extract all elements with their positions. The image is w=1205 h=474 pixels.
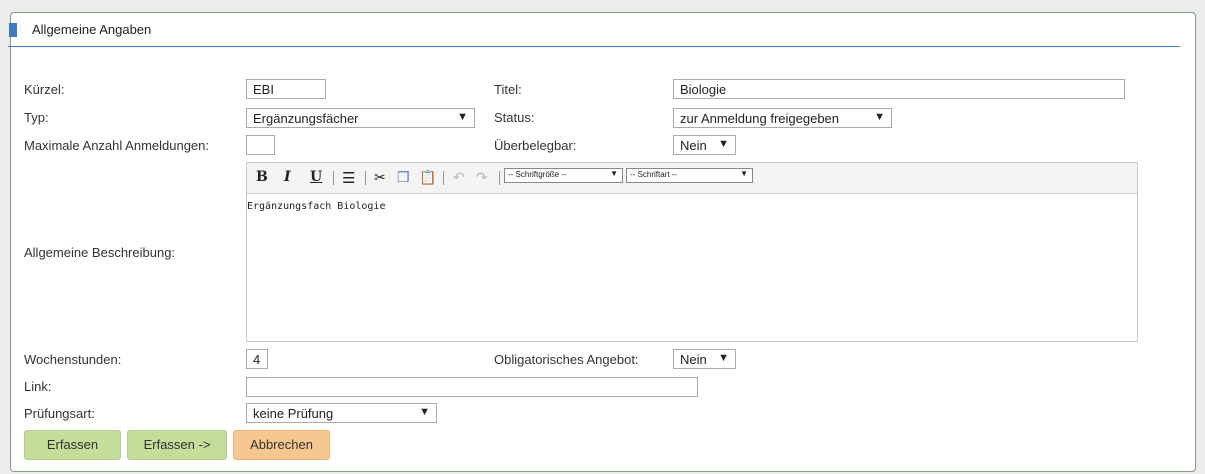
chevron-down-icon: ▼: [718, 352, 729, 364]
description-editor[interactable]: B I U ☰ ✂ ❐ 📋 ↶ ↷ -- Schriftgröße -- ▼ -…: [246, 162, 1138, 342]
editor-content[interactable]: Ergänzungsfach Biologie: [247, 195, 385, 212]
wochenstunden-label: Wochenstunden:: [24, 352, 122, 367]
erfassen-next-button[interactable]: Erfassen ->: [127, 430, 227, 460]
chevron-down-icon: ▼: [740, 169, 748, 178]
typ-label: Typ:: [24, 110, 49, 125]
font-size-select-value: -- Schriftgröße --: [508, 170, 567, 179]
bold-button[interactable]: B: [256, 169, 268, 185]
max-anmeldungen-input[interactable]: [246, 135, 275, 155]
pruefungsart-select[interactable]: keine Prüfung ▼: [246, 403, 437, 423]
italic-button[interactable]: I: [284, 169, 291, 185]
kuerzel-input[interactable]: EBI: [246, 79, 326, 99]
section-header: Allgemeine Angaben: [8, 10, 1180, 47]
font-size-select[interactable]: -- Schriftgröße -- ▼: [504, 168, 623, 183]
titel-input[interactable]: Biologie: [673, 79, 1125, 99]
obligatorisch-label: Obligatorisches Angebot:: [494, 352, 639, 367]
redo-icon[interactable]: ↷: [476, 169, 488, 186]
toolbar-separator: [443, 171, 444, 185]
pruefungsart-select-value: keine Prüfung: [253, 406, 334, 421]
undo-icon[interactable]: ↶: [453, 169, 465, 186]
titel-label: Titel:: [494, 82, 522, 97]
erfassen-button[interactable]: Erfassen: [24, 430, 121, 460]
bullet-list-icon[interactable]: ☰: [342, 169, 355, 187]
paste-icon[interactable]: 📋: [419, 169, 436, 186]
max-anmeldungen-label: Maximale Anzahl Anmeldungen:: [24, 138, 210, 153]
kuerzel-label: Kürzel:: [24, 82, 65, 97]
editor-toolbar: B I U ☰ ✂ ❐ 📋 ↶ ↷ -- Schriftgröße -- ▼ -…: [247, 163, 1137, 194]
font-family-select-value: -- Schriftart --: [630, 170, 678, 179]
underline-button[interactable]: U: [310, 169, 322, 185]
obligatorisch-select-value: Nein: [680, 352, 707, 367]
section-marker: [9, 23, 17, 37]
abbrechen-button[interactable]: Abbrechen: [233, 430, 330, 460]
link-input[interactable]: [246, 377, 698, 397]
chevron-down-icon: ▼: [457, 111, 468, 123]
beschreibung-label: Allgemeine Beschreibung:: [24, 245, 176, 260]
link-label: Link:: [24, 379, 52, 394]
obligatorisch-select[interactable]: Nein ▼: [673, 349, 736, 369]
copy-icon[interactable]: ❐: [397, 169, 410, 186]
chevron-down-icon: ▼: [874, 111, 885, 123]
font-family-select[interactable]: -- Schriftart -- ▼: [626, 168, 753, 183]
ueberbelegbar-label: Überbelegbar:: [494, 138, 577, 153]
status-label: Status:: [494, 110, 535, 125]
chevron-down-icon: ▼: [610, 169, 618, 178]
ueberbelegbar-select-value: Nein: [680, 138, 707, 153]
status-select-value: zur Anmeldung freigegeben: [680, 111, 840, 126]
typ-select[interactable]: Ergänzungsfächer ▼: [246, 108, 475, 128]
status-select[interactable]: zur Anmeldung freigegeben ▼: [673, 108, 892, 128]
ueberbelegbar-select[interactable]: Nein ▼: [673, 135, 736, 155]
toolbar-separator: [333, 171, 334, 185]
toolbar-separator: [365, 171, 366, 185]
pruefungsart-label: Prüfungsart:: [24, 406, 95, 421]
toolbar-separator: [499, 171, 500, 185]
section-title: Allgemeine Angaben: [32, 22, 152, 37]
chevron-down-icon: ▼: [419, 406, 430, 418]
wochenstunden-input[interactable]: 4: [246, 349, 268, 369]
chevron-down-icon: ▼: [718, 138, 729, 150]
typ-select-value: Ergänzungsfächer: [253, 111, 359, 126]
cut-icon[interactable]: ✂: [374, 169, 386, 186]
